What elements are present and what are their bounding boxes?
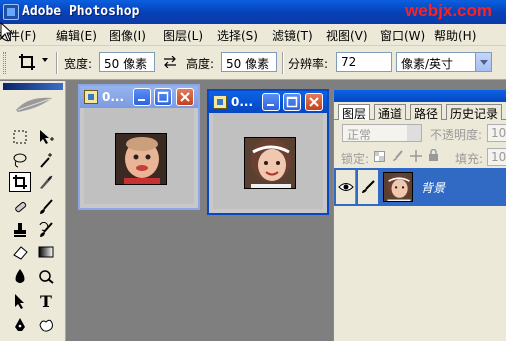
tab-channels[interactable]: 通道 [374, 104, 407, 121]
mouse-cursor-icon [0, 21, 14, 45]
width-label: 宽度: [64, 57, 93, 71]
blur-icon[interactable] [9, 266, 31, 286]
chevron-down-icon[interactable] [42, 58, 48, 62]
pen-icon[interactable] [9, 315, 31, 335]
chevron-down-icon[interactable] [407, 125, 421, 141]
marquee-icon[interactable] [9, 127, 31, 147]
layer-thumbnail-image [383, 172, 413, 202]
app-title: Adobe Photoshop [22, 4, 140, 19]
separator [56, 52, 58, 74]
close-button[interactable] [305, 93, 323, 111]
app-titlebar[interactable]: Adobe Photoshop webjx.com [0, 0, 506, 24]
history-brush-icon[interactable] [35, 220, 57, 240]
opacity-field[interactable]: 100 [487, 124, 506, 142]
layer-name: 背景 [421, 181, 446, 195]
menu-window[interactable]: 窗口(W) [380, 27, 425, 44]
close-button[interactable] [176, 88, 194, 106]
brush-icon[interactable] [358, 170, 378, 204]
document-titlebar[interactable]: 0... [80, 86, 198, 108]
path-selection-icon[interactable] [9, 291, 31, 311]
options-bar: 宽度: 50 像素 高度: 50 像素 分辨率: 72 像素/英寸 [0, 46, 506, 80]
fill-field[interactable]: 100 [487, 148, 506, 166]
minimize-button[interactable] [262, 93, 280, 111]
palette-titlebar[interactable] [334, 90, 506, 102]
opacity-label: 不透明度: [430, 128, 483, 142]
menu-help[interactable]: 帮助(H) [434, 27, 476, 44]
document-icon [213, 95, 227, 109]
resolution-field[interactable]: 72 [336, 52, 392, 72]
height-label: 高度: [186, 57, 215, 71]
gradient-icon[interactable] [35, 242, 57, 262]
tab-paths[interactable]: 路径 [410, 104, 443, 121]
layers-palette: 图层 通道 路径 历史记录 正常 不透明度: 100 锁定: 填充: 100 [333, 90, 506, 341]
close-icon [180, 92, 190, 102]
photoshop-icon [3, 4, 19, 20]
magic-wand-icon[interactable] [35, 150, 57, 170]
document-titlebar[interactable]: 0... [209, 91, 327, 113]
resolution-unit-value: 像素/英寸 [401, 57, 454, 71]
feather-logo-icon[interactable] [14, 94, 54, 114]
menu-layer[interactable]: 图层(L) [163, 27, 203, 44]
resolution-unit-select[interactable]: 像素/英寸 [396, 52, 492, 72]
blend-mode-value: 正常 [347, 128, 372, 142]
lock-position-icon[interactable] [410, 150, 422, 165]
lock-pixels-icon[interactable] [392, 150, 404, 165]
toolbox-titlebar[interactable] [3, 83, 63, 90]
type-tool[interactable]: T [35, 291, 57, 311]
maximize-button[interactable] [154, 88, 172, 106]
crop-preset-icon[interactable] [18, 53, 36, 71]
separator [282, 52, 284, 74]
tab-layers[interactable]: 图层 [338, 104, 371, 121]
menu-view[interactable]: 视图(V) [326, 27, 368, 44]
menu-filter[interactable]: 滤镜(T) [272, 27, 313, 44]
brush-icon[interactable] [35, 197, 57, 217]
chevron-down-icon[interactable] [475, 53, 491, 71]
document-icon [84, 90, 98, 104]
document-title: 0... [102, 90, 125, 104]
lock-transparent-icon[interactable] [374, 151, 385, 165]
menu-image[interactable]: 图像(I) [109, 27, 146, 44]
lasso-icon[interactable] [9, 150, 31, 170]
maximize-button[interactable] [283, 93, 301, 111]
height-field[interactable]: 50 像素 [221, 52, 277, 72]
eraser-icon[interactable] [9, 242, 31, 262]
menu-bar: 文件(F) 编辑(E) 图像(I) 图层(L) 选择(S) 滤镜(T) 视图(V… [0, 24, 506, 46]
lock-all-icon[interactable] [428, 148, 439, 165]
palette-tabs: 图层 通道 路径 历史记录 [334, 102, 506, 121]
blend-mode-select[interactable]: 正常 [342, 124, 422, 142]
document-window-1[interactable]: 0... [78, 84, 200, 210]
resolution-label: 分辨率: [288, 57, 329, 71]
tab-history[interactable]: 历史记录 [446, 104, 503, 121]
watermark: webjx.com [405, 1, 492, 20]
move-icon[interactable] [35, 127, 57, 147]
fill-label: 填充: [455, 152, 484, 166]
menu-select[interactable]: 选择(S) [217, 27, 258, 44]
close-icon [309, 97, 319, 107]
eye-icon[interactable] [336, 170, 356, 204]
document-canvas[interactable] [213, 113, 323, 209]
crop-icon[interactable] [9, 172, 31, 192]
document-canvas[interactable] [84, 108, 194, 204]
swap-arrows-icon[interactable] [163, 55, 177, 71]
girl-photo-image [244, 137, 296, 189]
lock-label: 锁定: [341, 152, 370, 166]
document-window-2[interactable]: 0... [207, 89, 329, 215]
custom-shape-icon[interactable] [35, 315, 57, 335]
dodge-icon[interactable] [35, 266, 57, 286]
toolbar-grip[interactable] [3, 52, 6, 74]
document-title: 0... [231, 95, 254, 109]
healing-brush-icon[interactable] [9, 197, 31, 217]
width-field[interactable]: 50 像素 [99, 52, 155, 72]
toolbox: T [0, 81, 66, 341]
layer-row-background[interactable]: 背景 [334, 168, 506, 206]
baby-photo-image [115, 133, 167, 185]
slice-icon[interactable] [35, 172, 57, 192]
menu-edit[interactable]: 编辑(E) [56, 27, 97, 44]
minimize-button[interactable] [133, 88, 151, 106]
clone-stamp-icon[interactable] [9, 220, 31, 240]
